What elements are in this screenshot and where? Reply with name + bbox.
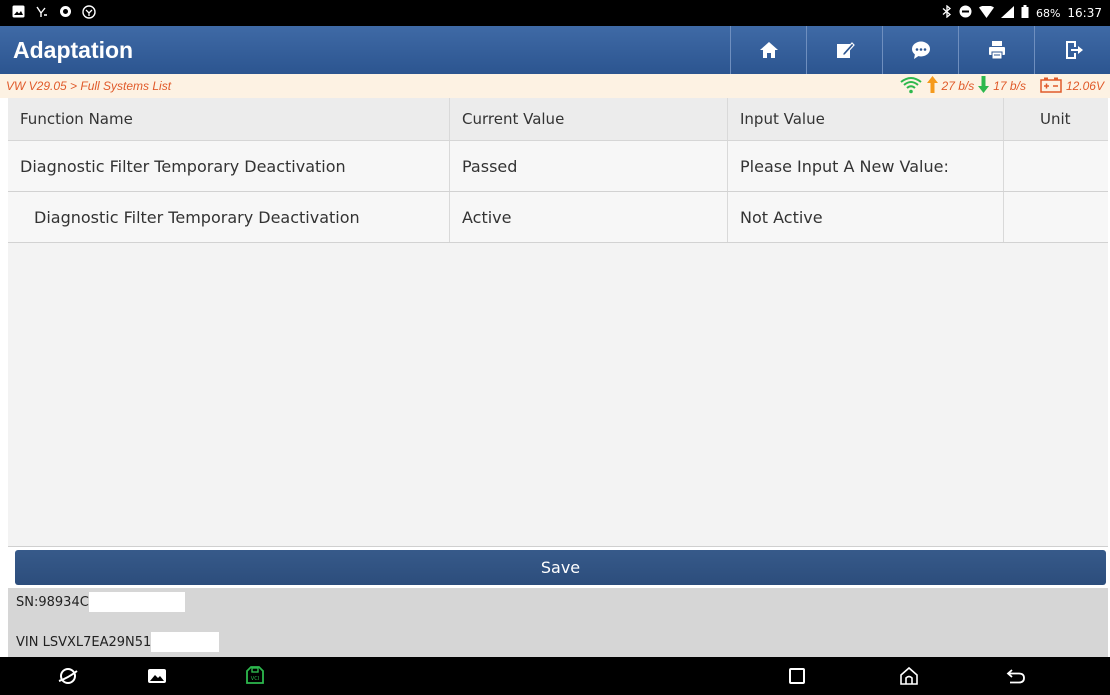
signal-icon [1000, 5, 1014, 21]
battery-percent: 68% [1035, 6, 1061, 20]
home-outline-icon [900, 666, 918, 685]
input-value-cell[interactable]: Not Active [728, 192, 1004, 242]
unit-cell [1004, 141, 1108, 191]
clock: 16:37 [1067, 6, 1102, 20]
wifi-status-icon [978, 4, 994, 21]
current-value-cell: Passed [450, 141, 728, 191]
function-name-cell: Diagnostic Filter Temporary Deactivation [8, 192, 450, 242]
header-input-value: Input Value [728, 98, 1004, 140]
back-icon [1006, 669, 1025, 684]
device-info-panel: SN:98934C VIN LSVXL7EA29N51 [8, 588, 1108, 657]
connection-status: 27 b/s 17 b/s 12.06V [899, 76, 1104, 97]
header-function-name: Function Name [8, 98, 450, 140]
image-notification-icon [12, 5, 25, 21]
save-button[interactable]: Save [15, 550, 1106, 585]
page-title: Adaptation [13, 36, 134, 63]
usb-debug-icon [35, 5, 49, 21]
vci-icon: VCI [246, 666, 264, 684]
edit-button[interactable] [806, 26, 882, 74]
print-button[interactable] [958, 26, 1034, 74]
home-nav-button[interactable] [897, 664, 921, 688]
serial-number-text: SN:98934C [16, 594, 89, 610]
toolbar [730, 26, 1110, 74]
header-unit: Unit [1040, 110, 1071, 128]
breadcrumb: VW V29.05 > Full Systems List [6, 79, 172, 93]
serial-number: SN:98934C [16, 592, 185, 612]
battery-voltage: 12.06V [1065, 79, 1104, 93]
unit-cell [1004, 192, 1108, 242]
browser-icon [58, 668, 78, 684]
title-bar: Adaptation [0, 26, 1110, 74]
breadcrumb-bar: VW V29.05 > Full Systems List 27 b/s 17 … [0, 74, 1110, 98]
redaction-box [151, 632, 220, 652]
print-icon [988, 41, 1005, 60]
exit-button[interactable] [1034, 26, 1110, 74]
home-button[interactable] [730, 26, 806, 74]
shield-notification-icon [59, 5, 72, 21]
accessibility-notification-icon [82, 4, 96, 22]
do-not-disturb-icon [959, 5, 972, 21]
svg-text:VCI: VCI [251, 676, 259, 682]
current-value-cell: Active [450, 192, 728, 242]
exit-icon [1065, 41, 1083, 59]
download-arrow-icon [978, 76, 990, 96]
table-row[interactable]: Diagnostic Filter Temporary Deactivation… [8, 192, 1108, 243]
edit-icon [836, 42, 855, 58]
table-header: Function Name Current Value Input Value … [8, 98, 1108, 141]
recent-apps-icon [789, 668, 805, 684]
back-button[interactable] [1004, 664, 1028, 688]
upload-arrow-icon [926, 76, 938, 96]
download-rate: 17 b/s [993, 79, 1026, 93]
browser-button[interactable] [56, 664, 80, 688]
car-battery-icon [1040, 77, 1062, 96]
table-row[interactable]: Diagnostic Filter Temporary Deactivation… [8, 141, 1108, 192]
bluetooth-icon [942, 4, 952, 21]
status-bar: 68% 16:37 [0, 0, 1110, 26]
gallery-icon [148, 669, 166, 683]
function-name-cell: Diagnostic Filter Temporary Deactivation [8, 141, 450, 191]
chat-button[interactable] [882, 26, 958, 74]
gallery-button[interactable] [145, 664, 169, 688]
header-current-value: Current Value [450, 98, 728, 140]
upload-rate: 27 b/s [941, 79, 975, 93]
input-value-cell[interactable]: Please Input A New Value: [728, 141, 1004, 191]
redaction-box [88, 592, 185, 612]
wifi-icon [899, 76, 923, 97]
vci-button[interactable]: VCI [243, 664, 267, 688]
navigation-bar: VCI [0, 657, 1110, 695]
recent-apps-button[interactable] [785, 664, 809, 688]
battery-icon [1021, 5, 1029, 21]
vin-number-text: VIN LSVXL7EA29N51 [16, 634, 152, 650]
adaptation-table: Function Name Current Value Input Value … [8, 98, 1108, 547]
home-icon [759, 42, 778, 58]
vin-number: VIN LSVXL7EA29N51 [16, 632, 220, 652]
chat-icon [911, 41, 930, 59]
